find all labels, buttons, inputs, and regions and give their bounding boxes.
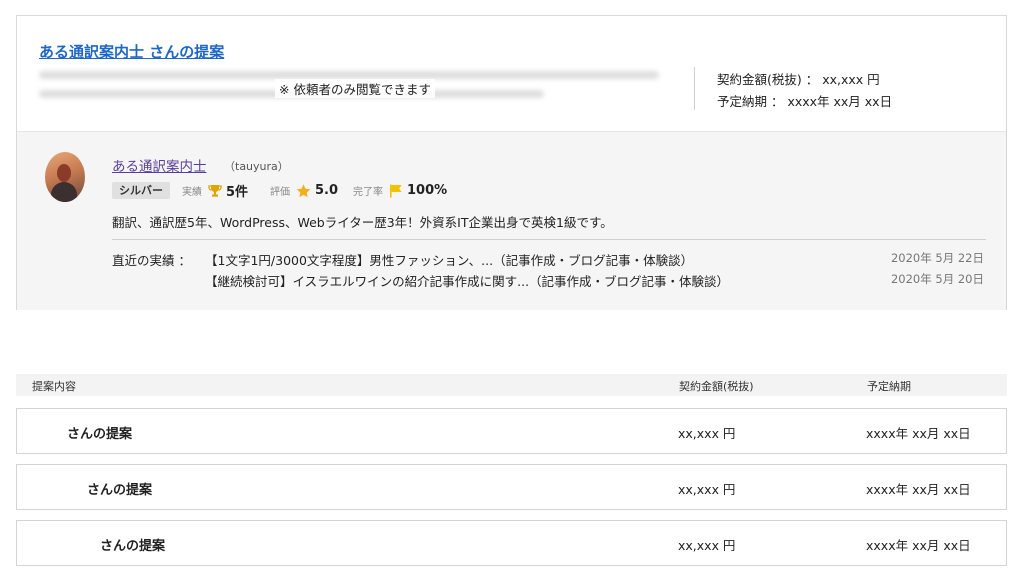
header-amount: 契約金額(税抜): [679, 380, 754, 393]
row-amount: xx,xxx 円: [678, 482, 736, 497]
planned-deadline: 予定納期 ： xxxx年 xx月 xx日: [717, 94, 893, 109]
translator-bio: 翻訳、通訳歴5年、WordPress、Webライター歴3年！外資系IT企業出身で…: [112, 215, 613, 230]
proposal-title-link[interactable]: ある通訳案内士 さんの提案: [39, 41, 224, 62]
restricted-note: ※ 依頼者のみ閲覧できます: [275, 79, 435, 98]
stat-achievements: 実績 5件: [182, 182, 249, 200]
proposal-card: ある通訳案内士 さんの提案 ※ 依頼者のみ閲覧できます 契約金額(税抜) ： x…: [16, 15, 1007, 310]
avatar[interactable]: [45, 152, 85, 202]
translator-handle: （tauyura）: [224, 160, 289, 173]
proposal-summary: ある通訳案内士 さんの提案 ※ 依頼者のみ閲覧できます 契約金額(税抜) ： x…: [17, 16, 1006, 131]
recent-works-label: 直近の実績 ：: [112, 253, 191, 268]
stat-rating-label: 評価: [270, 187, 290, 198]
trophy-icon: [208, 184, 222, 197]
row-amount: xx,xxx 円: [678, 426, 736, 441]
horizontal-divider: [112, 239, 986, 240]
recent-work-title[interactable]: 【1文字1円/3000文字程度】男性ファッション、...（記事作成・ブログ記事・…: [205, 250, 693, 269]
row-deadline: xxxx年 xx月 xx日: [866, 538, 971, 553]
row-title[interactable]: さんの提案: [67, 423, 132, 442]
row-deadline: xxxx年 xx月 xx日: [866, 426, 971, 441]
row-title[interactable]: さんの提案: [100, 535, 165, 554]
contract-amount: 契約金額(税抜) ： xx,xxx 円: [717, 72, 880, 87]
proposal-list-row[interactable]: さんの提案 xx,xxx 円 xxxx年 xx月 xx日: [16, 520, 1007, 566]
row-title[interactable]: さんの提案: [87, 479, 152, 498]
avatar-body: [51, 182, 77, 202]
header-content: 提案内容: [32, 380, 76, 393]
vertical-divider: [694, 67, 695, 110]
row-deadline: xxxx年 xx月 xx日: [866, 482, 971, 497]
rank-badge: シルバー: [112, 182, 170, 199]
stat-rating: 評価 5.0: [270, 182, 338, 199]
star-icon: [296, 183, 311, 197]
proposal-list-row[interactable]: さんの提案 xx,xxx 円 xxxx年 xx月 xx日: [16, 408, 1007, 454]
proposal-list-row[interactable]: さんの提案 xx,xxx 円 xxxx年 xx月 xx日: [16, 464, 1007, 510]
blurred-line: [39, 71, 659, 79]
recent-work-date: 2020年 5月 22日: [890, 251, 984, 265]
flag-icon: [390, 184, 402, 197]
header-deadline: 予定納期: [867, 380, 911, 393]
avatar-face: [57, 164, 71, 182]
proposal-list-header: 提案内容 契約金額(税抜) 予定納期: [16, 374, 1007, 396]
stat-achievements-label: 実績: [182, 187, 202, 198]
recent-work-title[interactable]: 【継続検討可】イスラエルワインの紹介記事作成に関す...（記事作成・ブログ記事・…: [205, 271, 729, 290]
stat-completion-label: 完了率: [353, 187, 383, 198]
stat-completion: 完了率 100%: [353, 182, 447, 199]
row-amount: xx,xxx 円: [678, 538, 736, 553]
stat-achievements-value: 5件: [226, 185, 249, 200]
translator-profile: ある通訳案内士 （tauyura） シルバー 実績 5件 評価 5.0 完了率: [17, 131, 1006, 310]
recent-work-date: 2020年 5月 20日: [890, 272, 984, 286]
stat-rating-value: 5.0: [315, 183, 339, 198]
translator-name-link[interactable]: ある通訳案内士: [112, 155, 207, 175]
stat-completion-value: 100%: [407, 183, 448, 198]
